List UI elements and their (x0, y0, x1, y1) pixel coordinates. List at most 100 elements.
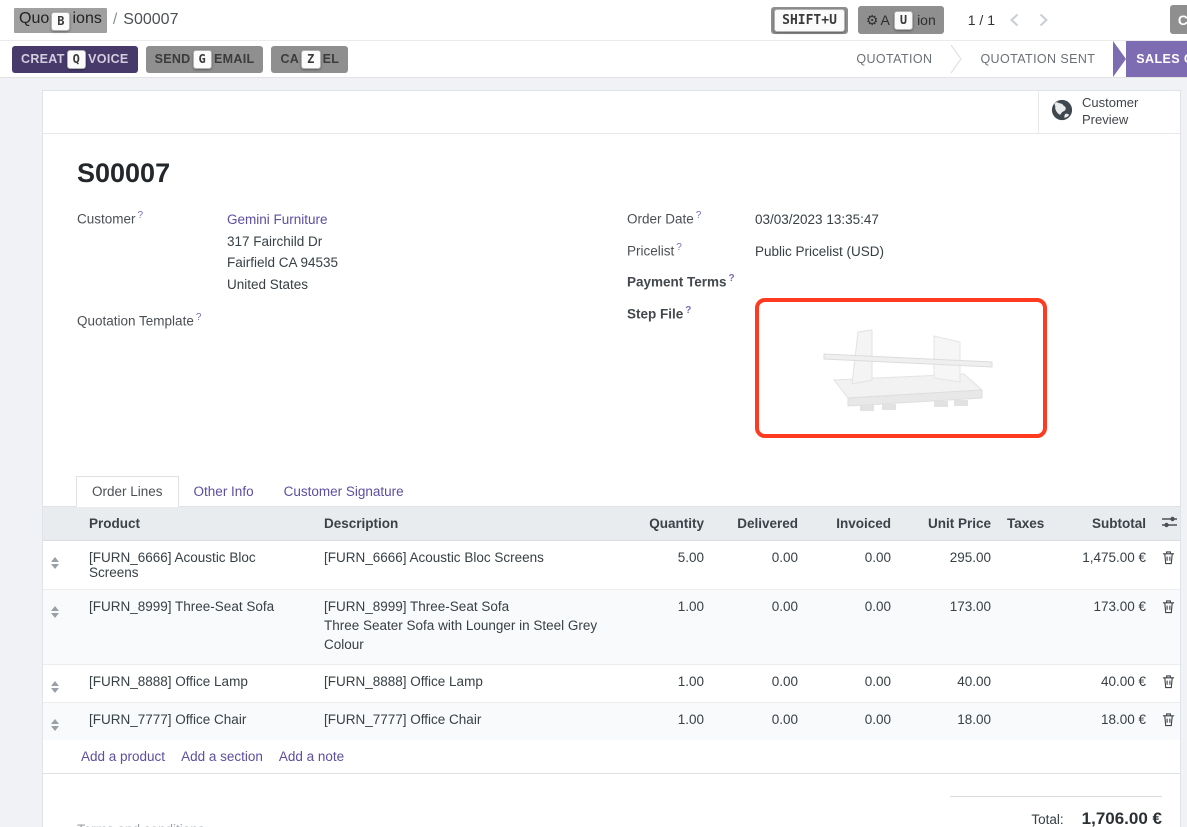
tab-other-info[interactable]: Other Info (179, 477, 269, 506)
column-header-subtotal[interactable]: Subtotal (1054, 507, 1154, 541)
stage-sales-order[interactable]: SALES ORDER (1113, 41, 1187, 77)
cell-delivered[interactable]: 0.00 (712, 540, 806, 589)
breadcrumb-quotations-link[interactable]: QuoBions (14, 8, 107, 33)
sheet-footer: Terms and conditions... Total: 1,706.00 … (43, 796, 1180, 827)
drag-handle-icon[interactable] (51, 716, 59, 731)
cell-product[interactable]: [FURN_8999] Three-Seat Sofa (81, 589, 316, 664)
status-bar: QUOTATION QUOTATION SENT SALES ORDER (838, 41, 1187, 77)
form-view: Customer Preview S00007 Customer? Gemini… (0, 78, 1187, 827)
pricelist-value[interactable]: Public Pricelist (USD) (755, 241, 884, 263)
cell-unit-price[interactable]: 295.00 (899, 540, 999, 589)
cell-subtotal: 1,475.00 € (1054, 540, 1154, 589)
field-quotation-template: Quotation Template? (77, 311, 627, 329)
breadcrumb-text-post: ions (72, 10, 101, 27)
customer-label: Customer? (77, 209, 227, 227)
cell-description[interactable]: [FURN_7777] Office Chair (316, 702, 624, 740)
add-a-section-link[interactable]: Add a section (181, 749, 263, 764)
cell-product[interactable]: [FURN_6666] Acoustic Bloc Screens (81, 540, 316, 589)
customer-address-line: Fairfield CA 94535 (227, 252, 338, 274)
cancel-button[interactable]: CAZEL (271, 46, 348, 73)
customer-address-line: 317 Fairchild Dr (227, 231, 338, 253)
drag-handle-icon[interactable] (51, 603, 59, 618)
hint-badge-q: Q (67, 50, 87, 69)
cell-unit-price[interactable]: 173.00 (899, 589, 999, 664)
column-header-taxes[interactable]: Taxes (999, 507, 1054, 541)
record-title: S00007 (43, 134, 1180, 189)
tab-order-lines[interactable]: Order Lines (76, 476, 179, 507)
cell-unit-price[interactable]: 40.00 (899, 664, 999, 702)
table-header-row: Product Description Quantity Delivered I… (43, 507, 1181, 541)
control-panel: QuoBions / S00007 SHIFT+U ⚙ A U ion 1 / … (0, 0, 1187, 41)
add-a-product-link[interactable]: Add a product (81, 749, 165, 764)
drag-handle-icon[interactable] (51, 678, 59, 693)
action-bar: CREATQVOICE SENDGEMAIL CAZEL QUOTATION Q… (0, 41, 1187, 78)
cell-taxes[interactable] (999, 702, 1054, 740)
order-line-row: [FURN_6666] Acoustic Bloc Screens [FURN_… (43, 540, 1181, 589)
cell-invoiced[interactable]: 0.00 (806, 664, 899, 702)
column-header-invoiced[interactable]: Invoiced (806, 507, 899, 541)
payment-terms-label: Payment Terms? (627, 272, 755, 290)
cell-description[interactable]: [FURN_8999] Three-Seat Sofa Three Seater… (316, 589, 624, 664)
column-header-description[interactable]: Description (316, 507, 624, 541)
cell-taxes[interactable] (999, 540, 1054, 589)
stage-quotation-sent[interactable]: QUOTATION SENT (962, 52, 1113, 66)
column-header-delivered[interactable]: Delivered (712, 507, 806, 541)
cell-quantity[interactable]: 1.00 (624, 664, 712, 702)
cell-quantity[interactable]: 5.00 (624, 540, 712, 589)
total-label: Total: (1031, 812, 1063, 827)
terms-and-conditions-input[interactable]: Terms and conditions... (77, 796, 950, 827)
column-header-quantity[interactable]: Quantity (624, 507, 712, 541)
cell-taxes[interactable] (999, 589, 1054, 664)
help-icon: ? (138, 210, 144, 221)
cell-subtotal: 18.00 € (1054, 702, 1154, 740)
customer-preview-button[interactable]: Customer Preview (1038, 91, 1180, 133)
field-pricelist: Pricelist? Public Pricelist (USD) (627, 241, 1146, 263)
customer-link[interactable]: Gemini Furniture (227, 212, 328, 227)
action-menu-button[interactable]: ⚙ A U ion (858, 6, 944, 34)
customer-address-line: United States (227, 274, 338, 296)
hint-badge-shift-u: SHIFT+U (774, 9, 845, 32)
quotation-template-label: Quotation Template? (77, 311, 227, 329)
cell-invoiced[interactable]: 0.00 (806, 702, 899, 740)
cell-product[interactable]: [FURN_7777] Office Chair (81, 702, 316, 740)
drag-handle-icon[interactable] (51, 554, 59, 569)
cell-description[interactable]: [FURN_8888] Office Lamp (316, 664, 624, 702)
create-invoice-button[interactable]: CREATQVOICE (12, 46, 138, 73)
cell-subtotal: 173.00 € (1054, 589, 1154, 664)
delete-row-icon[interactable] (1162, 550, 1175, 565)
hint-badge-b: B (51, 12, 70, 31)
column-header-product[interactable]: Product (81, 507, 316, 541)
delete-row-icon[interactable] (1162, 674, 1175, 689)
cell-delivered[interactable]: 0.00 (712, 702, 806, 740)
cell-taxes[interactable] (999, 664, 1054, 702)
cell-unit-price[interactable]: 18.00 (899, 702, 999, 740)
cell-product[interactable]: [FURN_8888] Office Lamp (81, 664, 316, 702)
button-box: Customer Preview (43, 91, 1180, 134)
shortcut-target-button[interactable]: SHIFT+U (771, 7, 848, 34)
stage-quotation[interactable]: QUOTATION (838, 52, 950, 66)
step-file-label: Step File? (627, 304, 755, 322)
order-date-value[interactable]: 03/03/2023 13:35:47 (755, 209, 879, 231)
column-header-unit-price[interactable]: Unit Price (899, 507, 999, 541)
cell-invoiced[interactable]: 0.00 (806, 589, 899, 664)
tab-customer-signature[interactable]: Customer Signature (269, 477, 419, 506)
clipped-edge-button[interactable]: C (1170, 5, 1187, 34)
cell-quantity[interactable]: 1.00 (624, 702, 712, 740)
hint-badge-z: Z (301, 50, 321, 69)
cell-delivered[interactable]: 0.00 (712, 589, 806, 664)
cell-description[interactable]: [FURN_6666] Acoustic Bloc Screens (316, 540, 624, 589)
delete-row-icon[interactable] (1162, 599, 1175, 614)
pager-value[interactable]: 1 / 1 (968, 12, 995, 28)
optional-columns-icon[interactable] (1154, 507, 1181, 541)
cell-invoiced[interactable]: 0.00 (806, 540, 899, 589)
cell-quantity[interactable]: 1.00 (624, 589, 712, 664)
pager-next-icon[interactable] (1034, 13, 1053, 27)
cell-delivered[interactable]: 0.00 (712, 664, 806, 702)
notebook-tabs: Order Lines Other Info Customer Signatur… (43, 476, 1180, 507)
send-email-button[interactable]: SENDGEMAIL (146, 46, 264, 73)
step-file-preview[interactable] (755, 298, 1047, 438)
breadcrumb-record: S00007 (123, 11, 178, 29)
add-a-note-link[interactable]: Add a note (279, 749, 344, 764)
pager-previous-icon[interactable] (1005, 13, 1024, 27)
delete-row-icon[interactable] (1162, 712, 1175, 727)
